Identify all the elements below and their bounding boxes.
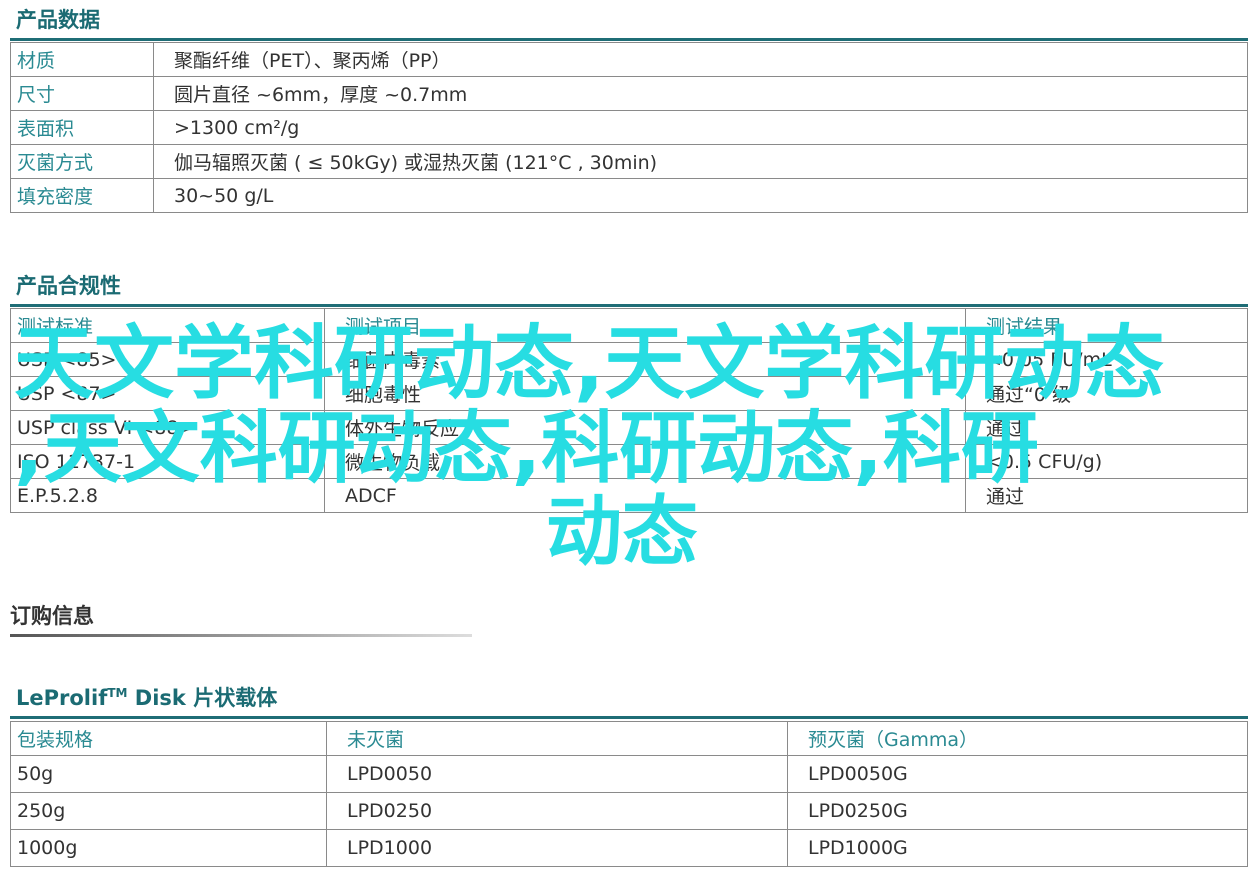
order-info-underline	[10, 634, 472, 637]
spec-key: 尺寸	[10, 76, 154, 111]
table-row: 材质 聚酯纤维（PET）、聚丙烯（PP）	[10, 42, 1248, 77]
disk-title-brand: LeProlif	[16, 686, 108, 710]
table-cell: 1000g	[10, 829, 327, 867]
spec-value: 伽马辐照灭菌 ( ≤ 50kGy) 或湿热灭菌 (121°C , 30min)	[153, 144, 1248, 179]
table-row: 1000g LPD1000 LPD1000G	[10, 829, 1248, 867]
table-cell: LPD1000G	[787, 829, 1248, 867]
disk-title: LeProlifTM Disk 片状载体	[16, 682, 277, 712]
table-cell: LPD0050	[326, 755, 788, 793]
product-data-title-bar	[10, 38, 1248, 41]
table-row: 尺寸 圆片直径 ~6mm，厚度 ~0.7mm	[10, 76, 1248, 111]
product-data-title: 产品数据	[16, 8, 100, 32]
table-cell: LPD1000	[326, 829, 788, 867]
spec-value: 圆片直径 ~6mm，厚度 ~0.7mm	[153, 76, 1248, 111]
product-data-table: 材质 聚酯纤维（PET）、聚丙烯（PP） 尺寸 圆片直径 ~6mm，厚度 ~0.…	[10, 42, 1248, 213]
overlay-text-line-2: ,天文科研动态,科研动态,科研	[14, 404, 1039, 494]
table-cell: LPD0250	[326, 792, 788, 830]
spec-key: 填充密度	[10, 178, 154, 213]
spec-value: >1300 cm²/g	[153, 110, 1248, 145]
table-row: 填充密度 30~50 g/L	[10, 178, 1248, 213]
disk-title-rest: Disk 片状载体	[127, 686, 278, 710]
table-cell: 50g	[10, 755, 327, 793]
spec-key: 灭菌方式	[10, 144, 154, 179]
order-info-title: 订购信息	[10, 604, 94, 628]
column-header: 包装规格	[10, 721, 327, 756]
table-row: 表面积 >1300 cm²/g	[10, 110, 1248, 145]
spec-value: 30~50 g/L	[153, 178, 1248, 213]
spec-value: 聚酯纤维（PET）、聚丙烯（PP）	[153, 42, 1248, 77]
disk-title-bar	[10, 716, 1248, 719]
table-cell: LPD0050G	[787, 755, 1248, 793]
column-header: 未灭菌	[326, 721, 788, 756]
table-row: 灭菌方式 伽马辐照灭菌 ( ≤ 50kGy) 或湿热灭菌 (121°C , 30…	[10, 144, 1248, 179]
compliance-title: 产品合规性	[16, 274, 121, 298]
table-row: 50g LPD0050 LPD0050G	[10, 755, 1248, 793]
spec-key: 表面积	[10, 110, 154, 145]
overlay-text-line-3: 动态	[546, 487, 698, 576]
column-header: 预灭菌（Gamma）	[787, 721, 1248, 756]
table-row: 250g LPD0250 LPD0250G	[10, 792, 1248, 830]
overlay-text-line-1: 天文学科研动态,天文学科研动态	[14, 317, 1165, 410]
spec-key: 材质	[10, 42, 154, 77]
compliance-title-bar	[10, 304, 1248, 307]
table-cell: LPD0250G	[787, 792, 1248, 830]
table-header-row: 包装规格 未灭菌 预灭菌（Gamma）	[10, 721, 1248, 756]
disk-order-table: 包装规格 未灭菌 预灭菌（Gamma） 50g LPD0050 LPD0050G…	[10, 721, 1248, 867]
table-cell: 250g	[10, 792, 327, 830]
disk-title-tm: TM	[107, 686, 128, 700]
